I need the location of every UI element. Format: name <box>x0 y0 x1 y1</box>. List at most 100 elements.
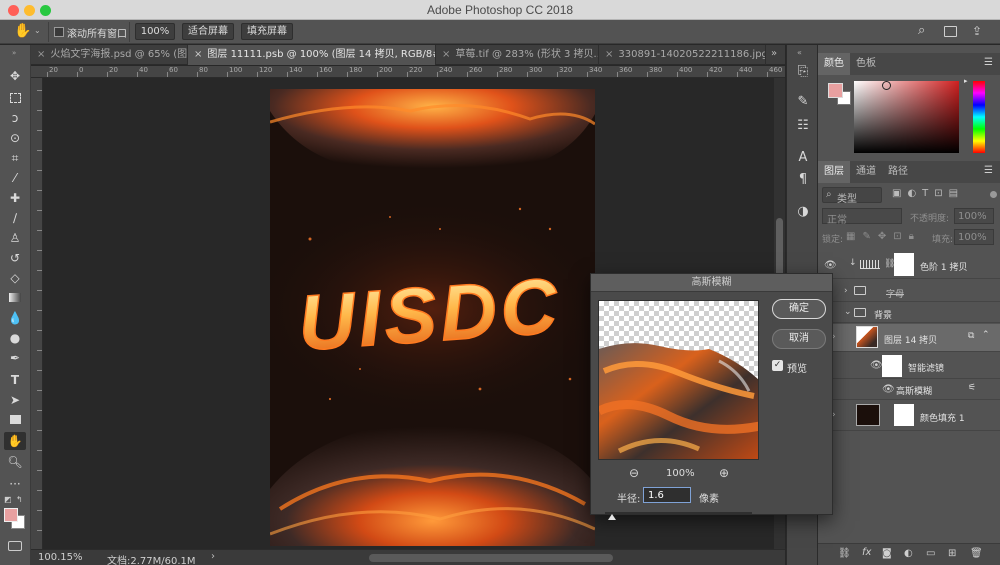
tab-document[interactable]: × 火焰文字海报.psd @ 65% (图... <box>31 45 188 65</box>
character-icon[interactable]: A <box>792 147 814 169</box>
default-colors-icon[interactable]: ◩ <box>4 495 12 504</box>
opacity-field[interactable]: 100% <box>954 208 994 224</box>
layer-thumbnail[interactable] <box>856 326 878 348</box>
layer-group-row[interactable]: ⌄ 背景 <box>818 303 1000 323</box>
brush-tool-icon[interactable]: ∕ <box>4 209 26 227</box>
quick-mask-icon[interactable] <box>8 541 22 551</box>
scroll-all-checkbox[interactable] <box>54 27 64 37</box>
healing-brush-tool-icon[interactable]: ✚ <box>4 189 26 207</box>
tab-color[interactable]: 颜色 <box>818 53 850 75</box>
chevron-up-icon[interactable]: ⌃ <box>982 330 990 340</box>
lock-icons[interactable]: ▦✎✥⊡🔒︎ <box>846 231 921 242</box>
tab-paths[interactable]: 路径 <box>882 161 914 183</box>
foreground-color-swatch[interactable] <box>4 508 18 522</box>
preview-checkbox[interactable]: ✓ <box>772 360 783 371</box>
chevron-right-icon[interactable]: › <box>844 286 848 296</box>
tab-layers[interactable]: 图层 <box>818 161 850 183</box>
color-field[interactable] <box>854 81 959 153</box>
gradient-tool-icon[interactable] <box>4 289 26 307</box>
collapse-icon[interactable]: » <box>12 49 16 57</box>
panel-menu-icon[interactable]: ☰ <box>984 57 993 68</box>
paragraph-icon[interactable]: ¶ <box>792 169 814 191</box>
tab-document-active[interactable]: × 图层 11111.psb @ 100% (图层 14 拷贝, RGB/8#) … <box>188 45 436 65</box>
document-canvas[interactable]: UISDC <box>270 89 595 546</box>
filter-blending-options-icon[interactable]: ⚟ <box>968 383 976 393</box>
hue-slider[interactable] <box>973 81 985 153</box>
layer-mask-thumbnail[interactable] <box>894 404 914 426</box>
tab-channels[interactable]: 通道 <box>850 161 882 183</box>
lasso-tool-icon[interactable]: ↄ <box>4 109 26 127</box>
fill-color-thumbnail[interactable] <box>856 404 880 426</box>
zoom-in-icon[interactable]: ⊕ <box>719 466 729 480</box>
filter-toggle[interactable] <box>990 191 997 198</box>
color-foreground-swatch[interactable] <box>828 83 843 98</box>
visibility-eye-icon[interactable]: 👁︎ <box>870 361 883 371</box>
adjustments-icon[interactable]: ☷ <box>792 115 814 137</box>
layer-row-selected[interactable]: › 图层 14 拷贝 ⧉ ⌃ <box>818 324 1000 352</box>
color-picker-ring[interactable] <box>882 81 891 90</box>
fx-icon[interactable]: fx <box>862 547 871 558</box>
new-layer-icon[interactable]: ⊞ <box>948 548 956 559</box>
layer-group-row[interactable]: › 字母 <box>818 280 1000 302</box>
brush-settings-icon[interactable]: ✎ <box>792 91 814 113</box>
new-group-icon[interactable]: ▭ <box>926 548 935 559</box>
properties-icon[interactable]: ◑ <box>792 201 814 223</box>
add-mask-icon[interactable]: ◙ <box>882 548 892 559</box>
filter-preview[interactable] <box>598 300 759 460</box>
zoom-level[interactable]: 100.15% <box>38 552 83 563</box>
history-brush-tool-icon[interactable]: ↺ <box>4 249 26 267</box>
eraser-tool-icon[interactable]: ◇ <box>4 269 26 287</box>
trash-icon[interactable]: 🗑︎ <box>970 548 983 559</box>
filter-mask-thumbnail[interactable] <box>882 355 902 377</box>
visibility-eye-icon[interactable]: 👁︎ <box>882 385 895 395</box>
crop-tool-icon[interactable]: ⌗ <box>4 149 26 167</box>
panel-menu-icon[interactable]: ☰ <box>984 165 993 176</box>
share-icon[interactable]: ⇪ <box>972 24 982 38</box>
type-tool-icon[interactable]: T <box>4 371 26 389</box>
history-icon[interactable]: ⎘ <box>792 61 814 83</box>
zoom-tool-icon[interactable]: 🔍︎ <box>4 453 26 471</box>
swap-colors-icon[interactable]: ↰ <box>16 495 23 504</box>
filter-effect-row[interactable]: 👁︎ 高斯模糊 ⚟ <box>818 380 1000 400</box>
zoom-out-icon[interactable]: ⊖ <box>629 466 639 480</box>
link-layers-icon[interactable]: ⛓ <box>838 548 851 559</box>
hue-slider-arrow-icon[interactable]: ▸ <box>964 77 968 85</box>
layer-filter-select[interactable]: ⌕ 类型 <box>822 187 882 205</box>
pen-tool-icon[interactable]: ✒ <box>4 349 26 367</box>
hand-tool-preset-icon[interactable]: ✋ <box>14 23 31 39</box>
radius-input[interactable]: 1.6 <box>643 487 691 503</box>
path-select-tool-icon[interactable]: ➤ <box>4 391 26 409</box>
visibility-eye-icon[interactable]: 👁︎ <box>824 261 837 271</box>
blend-mode-select[interactable]: 正常 <box>822 208 902 226</box>
workspace-icon[interactable] <box>944 26 957 37</box>
more-tools-icon[interactable]: ··· <box>4 475 26 493</box>
search-icon[interactable]: ⌕ <box>918 23 925 38</box>
blur-tool-icon[interactable]: 💧 <box>4 309 26 327</box>
fill-field[interactable]: 100% <box>954 229 994 245</box>
clone-stamp-tool-icon[interactable]: ♙ <box>4 229 26 247</box>
tabs-overflow-icon[interactable]: » <box>771 48 777 59</box>
layer-row[interactable]: › 颜色填充 1 <box>818 401 1000 431</box>
radius-slider-thumb[interactable] <box>608 514 617 520</box>
fill-screen-button[interactable]: 填充屏幕 <box>241 23 293 40</box>
status-menu-icon[interactable]: › <box>211 551 215 562</box>
cancel-button[interactable]: 取消 <box>772 329 826 349</box>
zoom-100-button[interactable]: 100% <box>135 23 175 40</box>
chevron-down-icon[interactable]: ⌄ <box>844 307 852 317</box>
tab-document[interactable]: × 330891-14020522211186.jpg <box>599 45 766 65</box>
tab-swatches[interactable]: 色板 <box>850 53 882 75</box>
ok-button[interactable]: 确定 <box>772 299 826 319</box>
tab-document[interactable]: × 草莓.tif @ 283% (形状 3 拷贝... <box>436 45 599 65</box>
smart-filters-row[interactable]: 👁︎ 智能滤镜 <box>818 353 1000 379</box>
horizontal-scroll-thumb[interactable] <box>369 554 613 562</box>
chevron-down-icon[interactable]: ⌄ <box>34 26 41 35</box>
marquee-tool-icon[interactable] <box>4 89 26 107</box>
collapse-icon[interactable]: « <box>797 48 802 57</box>
layer-mask-thumbnail[interactable] <box>894 253 914 276</box>
fit-screen-button[interactable]: 适合屏幕 <box>182 23 234 40</box>
rectangle-tool-icon[interactable] <box>4 411 26 429</box>
adjustment-layer-icon[interactable]: ◐ <box>904 548 913 559</box>
quick-select-tool-icon[interactable]: ⊙ <box>4 129 26 147</box>
radius-slider-track[interactable] <box>605 512 752 514</box>
hand-tool-icon[interactable]: ✋ <box>4 432 26 450</box>
